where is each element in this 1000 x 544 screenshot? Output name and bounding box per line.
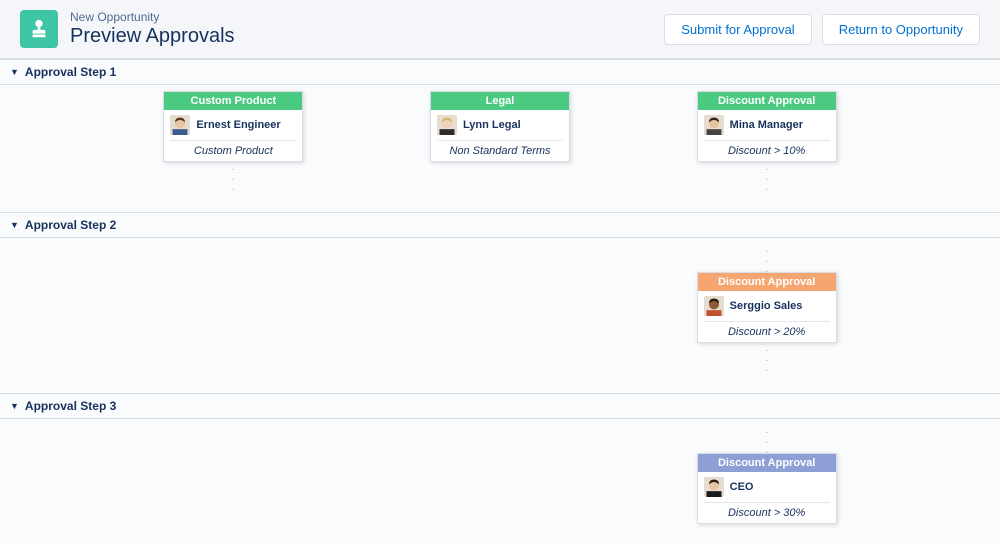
connector-dots: ··· <box>765 250 768 272</box>
avatar <box>704 115 724 135</box>
approval-column <box>367 425 634 524</box>
approval-card[interactable]: Discount Approval CEO Discount > 30% <box>697 453 837 524</box>
submit-for-approval-button[interactable]: Submit for Approval <box>664 14 811 45</box>
approval-step: ▼ Approval Step 3 ··· Discount Approval CE… <box>0 393 1000 544</box>
return-to-opportunity-button[interactable]: Return to Opportunity <box>822 14 980 45</box>
approval-card[interactable]: Discount Approval Mina Manager Discount … <box>697 91 837 162</box>
step-label: Approval Step 2 <box>25 218 116 232</box>
approval-column: Discount Approval Mina Manager Discount … <box>633 91 900 192</box>
card-title: Legal <box>431 92 569 110</box>
avatar <box>437 115 457 135</box>
approval-rule: Discount > 30% <box>704 502 830 523</box>
step-body: ··· Discount Approval CEO Discount > 30% <box>0 419 1000 544</box>
page-title: Preview Approvals <box>70 24 235 48</box>
card-approver-row: Ernest Engineer <box>164 110 302 140</box>
approver-name: CEO <box>730 481 754 493</box>
approval-rule: Non Standard Terms <box>437 140 563 161</box>
approval-step: ▼ Approval Step 1 Custom Product Ernest E… <box>0 59 1000 212</box>
header-left: New Opportunity Preview Approvals <box>20 10 235 48</box>
approval-rule: Custom Product <box>170 140 296 161</box>
avatar <box>704 296 724 316</box>
approval-stamp-icon <box>20 10 58 48</box>
card-approver-row: CEO <box>698 472 836 502</box>
approval-rule: Discount > 20% <box>704 321 830 342</box>
step-body: ··· Discount Approval Serggio Sales Disc… <box>0 238 1000 393</box>
chevron-down-icon: ▼ <box>10 67 19 77</box>
approval-column <box>100 425 367 524</box>
header-actions: Submit for Approval Return to Opportunit… <box>664 14 980 45</box>
card-approver-row: Mina Manager <box>698 110 836 140</box>
page-header: New Opportunity Preview Approvals Submit… <box>0 0 1000 59</box>
step-header[interactable]: ▼ Approval Step 2 <box>0 213 1000 238</box>
approval-step: ▼ Approval Step 2 ··· Discount Approval Se… <box>0 212 1000 393</box>
step-header[interactable]: ▼ Approval Step 1 <box>0 60 1000 85</box>
avatar <box>170 115 190 135</box>
card-title: Custom Product <box>164 92 302 110</box>
approval-card[interactable]: Custom Product Ernest Engineer Custom Pr… <box>163 91 303 162</box>
approver-name: Mina Manager <box>730 119 803 131</box>
approval-column: Custom Product Ernest Engineer Custom Pr… <box>100 91 367 192</box>
approval-column: ··· Discount Approval Serggio Sales Disc… <box>633 244 900 373</box>
step-label: Approval Step 3 <box>25 399 116 413</box>
connector-dots: ··· <box>232 168 235 192</box>
header-subtitle: New Opportunity <box>70 10 235 24</box>
card-title: Discount Approval <box>698 454 836 472</box>
approver-name: Ernest Engineer <box>196 119 280 131</box>
approval-column: Legal Lynn Legal Non Standard Terms <box>367 91 634 192</box>
card-approver-row: Serggio Sales <box>698 291 836 321</box>
step-header[interactable]: ▼ Approval Step 3 <box>0 394 1000 419</box>
approval-column <box>100 244 367 373</box>
approval-card[interactable]: Discount Approval Serggio Sales Discount… <box>697 272 837 343</box>
header-titles: New Opportunity Preview Approvals <box>70 10 235 48</box>
card-title: Discount Approval <box>698 273 836 291</box>
step-label: Approval Step 1 <box>25 65 116 79</box>
approval-column <box>367 244 634 373</box>
card-approver-row: Lynn Legal <box>431 110 569 140</box>
approval-column: ··· Discount Approval CEO Discount > 30% <box>633 425 900 524</box>
approver-name: Serggio Sales <box>730 300 803 312</box>
step-body: Custom Product Ernest Engineer Custom Pr… <box>0 85 1000 212</box>
approval-card[interactable]: Legal Lynn Legal Non Standard Terms <box>430 91 570 162</box>
avatar <box>704 477 724 497</box>
connector-dots: ··· <box>765 349 768 373</box>
chevron-down-icon: ▼ <box>10 401 19 411</box>
connector-dots: ··· <box>765 168 768 192</box>
approver-name: Lynn Legal <box>463 119 521 131</box>
connector-dots: ··· <box>765 431 768 453</box>
approval-rule: Discount > 10% <box>704 140 830 161</box>
card-title: Discount Approval <box>698 92 836 110</box>
chevron-down-icon: ▼ <box>10 220 19 230</box>
